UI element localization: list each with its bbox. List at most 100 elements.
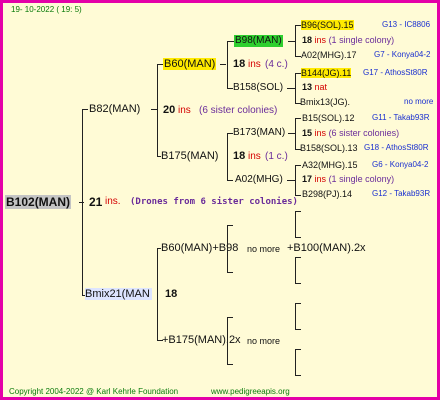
b173-info: 15 ins (6 sister colonies)	[302, 127, 399, 139]
connector	[295, 165, 296, 195]
connector	[295, 195, 301, 196]
root-ins-count: 21	[89, 195, 103, 209]
connector	[295, 283, 301, 284]
connector	[295, 303, 296, 329]
connector	[227, 225, 233, 226]
connector	[82, 109, 83, 295]
connector	[227, 317, 233, 318]
b60-ins-label: ins	[248, 59, 261, 70]
connector	[295, 211, 301, 212]
b96-queen[interactable]: B96(SOL).15	[301, 20, 354, 30]
b175-note: (1 c.)	[265, 151, 288, 162]
connector	[295, 303, 301, 304]
a02-info: 17 ins (1 single colony)	[302, 173, 394, 185]
b98-ins-label: ins	[314, 35, 327, 45]
connector	[295, 257, 296, 283]
connector	[227, 41, 234, 42]
b175-queen[interactable]: B175(MAN)	[161, 150, 218, 162]
root-drones-note: (Drones from 6 sister colonies)	[130, 197, 298, 207]
connector	[295, 349, 301, 350]
bmix13-queen[interactable]: Bmix13(JG).	[300, 96, 350, 108]
b15-gn: G11 - Takab93R	[372, 113, 430, 122]
connector	[295, 237, 301, 238]
b175b-queen[interactable]: +B175(MAN).2x	[162, 334, 241, 346]
b60-queen[interactable]: B60(MAN)	[163, 58, 217, 70]
pedigree-frame: 19- 10-2022 ( 19: 5) B102(MAN) 21 ins. (…	[0, 0, 440, 400]
date-stamp: 19- 10-2022 ( 19: 5)	[11, 5, 82, 14]
a02-ins-label: ins	[314, 174, 327, 184]
a02-ins-count: 17	[302, 174, 313, 184]
b98-queen[interactable]: B98(MAN)	[234, 35, 283, 47]
a02-note: (1 single colony)	[328, 174, 395, 184]
b175-ins-count: 18	[233, 150, 246, 162]
a02-17-queen[interactable]: A02(MHG).17	[301, 49, 357, 61]
connector	[295, 329, 301, 330]
connector	[220, 64, 226, 65]
connector	[295, 257, 301, 258]
site-link[interactable]: www.pedigreeapis.org	[211, 386, 290, 397]
connector	[287, 180, 295, 181]
mother-queen[interactable]: Bmix21(MAN	[85, 288, 152, 300]
b98-info: 18 ins (1 single colony)	[302, 34, 394, 46]
b60-ins-count: 18	[233, 58, 246, 70]
root-queen[interactable]: B102(MAN)	[5, 195, 72, 209]
b158-info: 13 nat	[302, 81, 327, 93]
b173-queen[interactable]: B173(MAN)	[233, 127, 285, 139]
mother-ins-count: 18	[165, 288, 178, 300]
connector	[295, 118, 301, 119]
b158-13-queen[interactable]: B158(SOL).13	[300, 142, 358, 154]
connector	[227, 180, 233, 181]
b158-ins-count: 13	[302, 82, 313, 92]
b175b-no-more: no more	[247, 336, 281, 346]
father-queen[interactable]: B82(MAN)	[89, 103, 140, 115]
b100-queen[interactable]: +B100(MAN).2x	[287, 242, 366, 254]
connector	[295, 349, 296, 375]
connector	[295, 375, 301, 376]
connector	[227, 133, 228, 180]
b60-note: (4 c.)	[265, 59, 288, 70]
b98-ins-count: 18	[302, 35, 313, 45]
b15-queen[interactable]: B15(SOL).12	[302, 112, 355, 124]
b175-ins-label: ins	[248, 151, 261, 162]
b158-ins-label: nat	[314, 82, 328, 92]
connector	[157, 248, 158, 340]
b298-gn: G12 - Takab93R	[372, 189, 431, 198]
a02-queen[interactable]: A02(MHG)	[235, 174, 283, 186]
father-ins-count: 20	[163, 104, 176, 116]
connector	[287, 88, 295, 89]
connector	[295, 211, 296, 237]
copyright: Copyright 2004-2022 @ Karl Kehrle Founda…	[9, 387, 179, 396]
b144-queen[interactable]: B144(JG).11	[301, 68, 352, 78]
g4-row-4[interactable]: B144(JG).11	[301, 67, 352, 79]
connector	[295, 25, 296, 56]
root-ins-label: ins.	[105, 196, 121, 207]
b173-ins-count: 15	[302, 128, 313, 138]
connector	[227, 225, 228, 272]
father-ins-label: ins	[178, 105, 191, 116]
b144-gn: G17 - AthosSt80R	[363, 68, 428, 77]
connector	[157, 64, 158, 156]
connector	[295, 73, 296, 103]
b158-13-gn: G18 - AthosSt80R	[364, 143, 429, 152]
connector	[288, 41, 295, 42]
connector	[227, 41, 228, 88]
bmix13-gn: no more	[404, 97, 434, 106]
b96-gn: G13 - IC8806	[382, 20, 431, 29]
connector	[295, 118, 296, 149]
b173-note: (6 sister colonies)	[328, 128, 400, 138]
g4-row-1[interactable]: B96(SOL).15	[301, 19, 354, 31]
a32-gn: G6 - Konya04-2	[372, 160, 429, 169]
a32-queen[interactable]: A32(MHG).15	[302, 159, 358, 171]
b173-ins-label: ins	[314, 128, 327, 138]
b158-queen[interactable]: B158(SOL)	[233, 82, 283, 94]
connector	[82, 109, 88, 110]
a02-17-gn: G7 - Konya04-2	[374, 50, 431, 59]
b298-queen[interactable]: B298(PJ).14	[302, 188, 352, 200]
connector	[227, 272, 233, 273]
connector	[227, 364, 233, 365]
father-note: (6 sister colonies)	[199, 105, 278, 116]
connector	[295, 165, 301, 166]
connector	[227, 317, 228, 364]
connector	[288, 133, 295, 134]
b98-note: (1 single colony)	[328, 35, 395, 45]
